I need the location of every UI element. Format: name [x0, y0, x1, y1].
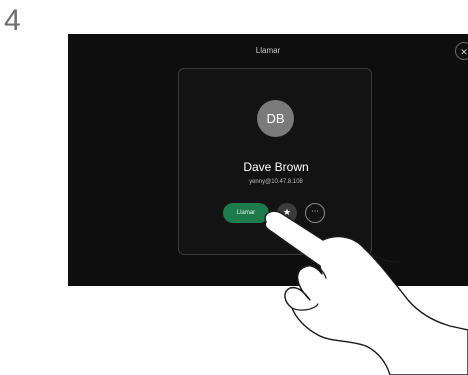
hand-outline	[264, 210, 468, 375]
instruction-step: 4 Llamar ✕ DB Dave Brown yenny@10.47.8.1…	[0, 0, 468, 375]
pointing-hand-illustration	[264, 210, 468, 375]
